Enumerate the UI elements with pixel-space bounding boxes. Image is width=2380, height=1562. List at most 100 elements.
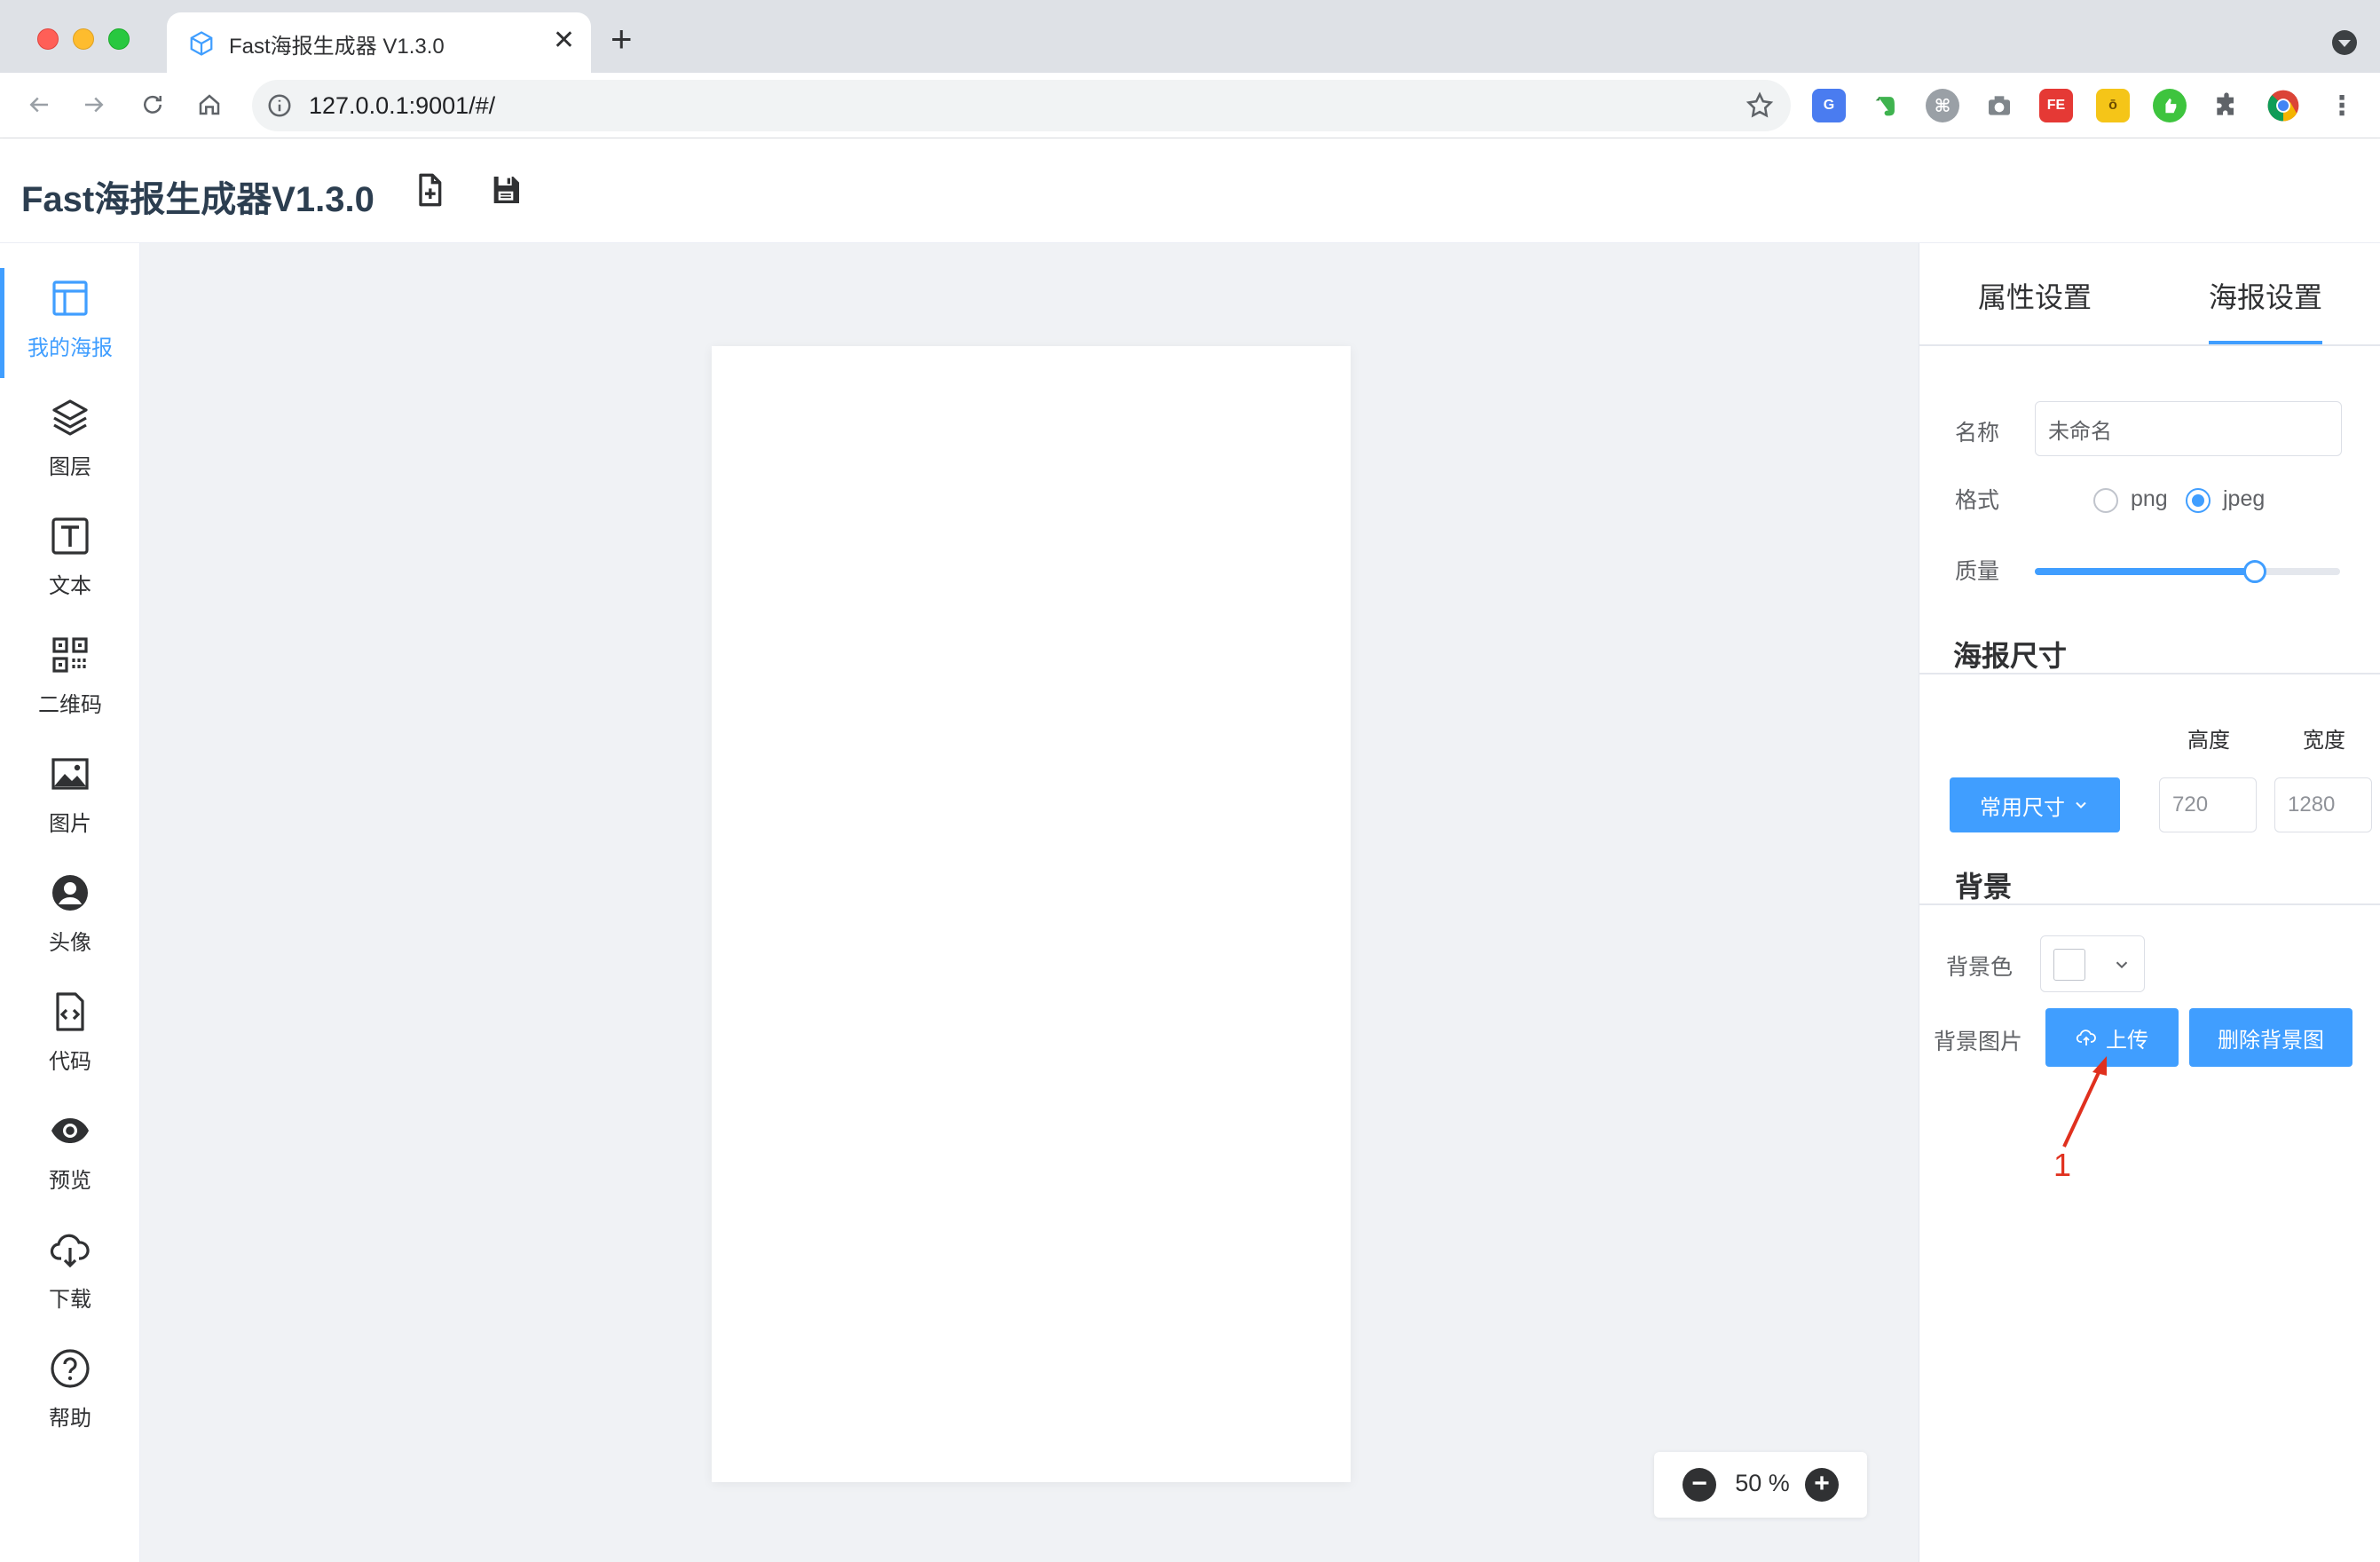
layers-icon bbox=[52, 399, 88, 436]
home-button[interactable] bbox=[190, 85, 229, 124]
format-radio-jpeg[interactable] bbox=[2186, 488, 2211, 513]
zoom-out-button[interactable]: − bbox=[1683, 1468, 1716, 1502]
puzzle-icon[interactable] bbox=[2210, 89, 2243, 122]
eye-icon bbox=[51, 1118, 89, 1143]
text-icon bbox=[51, 517, 89, 555]
image-icon bbox=[51, 758, 89, 790]
format-label: 格式 bbox=[1955, 488, 2000, 513]
size-section-title: 海报尺寸 bbox=[1953, 640, 2068, 672]
info-icon[interactable] bbox=[266, 92, 293, 119]
preset-size-label: 常用尺寸 bbox=[1980, 795, 2065, 820]
sidebar-item-label: 二维码 bbox=[38, 693, 102, 717]
poster-canvas[interactable] bbox=[712, 346, 1351, 1482]
layout-icon bbox=[52, 280, 88, 316]
format-jpeg-label[interactable]: jpeg bbox=[2223, 486, 2265, 512]
save-poster-button[interactable] bbox=[481, 165, 531, 215]
qrcode-icon bbox=[52, 637, 88, 673]
arrow-left-icon bbox=[29, 97, 48, 113]
sidebar-item-help[interactable]: 帮助 bbox=[0, 1329, 140, 1447]
arrow-right-icon bbox=[85, 97, 104, 113]
delete-background-label: 删除背景图 bbox=[2218, 1028, 2324, 1053]
camera-icon[interactable] bbox=[1982, 89, 2016, 122]
close-window-button[interactable] bbox=[37, 28, 59, 50]
bg-color-swatch bbox=[2053, 949, 2085, 981]
height-label: 高度 bbox=[2187, 729, 2230, 753]
tab-property-settings[interactable]: 属性设置 bbox=[1978, 275, 2092, 316]
home-icon bbox=[199, 94, 220, 115]
settings-panel: 属性设置 海报设置 名称 未命名 格式 png jpeg 质量 海报尺寸 高度 … bbox=[1919, 243, 2380, 1562]
zoom-in-button[interactable]: + bbox=[1805, 1468, 1839, 1502]
annotation-number: 1 bbox=[2053, 1147, 2072, 1183]
back-button[interactable] bbox=[20, 85, 59, 124]
quality-slider-thumb[interactable] bbox=[2242, 560, 2266, 583]
size-section-divider bbox=[1919, 673, 2380, 674]
quality-slider[interactable] bbox=[2035, 560, 2340, 583]
new-poster-button[interactable] bbox=[405, 165, 454, 215]
tab-poster-settings[interactable]: 海报设置 bbox=[2209, 275, 2322, 316]
sidebar-item-my-posters[interactable]: 我的海报 bbox=[0, 259, 140, 378]
cube-icon bbox=[190, 31, 213, 56]
reload-icon bbox=[144, 95, 162, 114]
sidebar-item-preview[interactable]: 预览 bbox=[0, 1092, 140, 1209]
new-tab-button[interactable]: + bbox=[611, 20, 633, 58]
sidebar-item-label: 帮助 bbox=[49, 1407, 91, 1431]
maximize-window-button[interactable] bbox=[108, 28, 130, 50]
chrome-icon[interactable] bbox=[2266, 89, 2300, 122]
cmd-icon[interactable]: ⌘ bbox=[1926, 89, 1959, 122]
tab-search-icon[interactable] bbox=[2332, 30, 2357, 55]
format-radio-png[interactable] bbox=[2093, 488, 2118, 513]
browser-tab-active[interactable]: Fast海报生成器 V1.3.0 ✕ bbox=[167, 12, 591, 73]
sidebar-item-label: 头像 bbox=[49, 931, 91, 955]
help-icon bbox=[51, 1349, 90, 1388]
name-label: 名称 bbox=[1955, 421, 2000, 446]
bg-color-picker[interactable] bbox=[2040, 935, 2145, 992]
address-bar[interactable]: 127.0.0.1:9001/#/ bbox=[252, 80, 1791, 131]
sidebar-item-label: 文本 bbox=[49, 574, 91, 598]
url-text[interactable]: 127.0.0.1:9001/#/ bbox=[309, 92, 495, 120]
sidebar-item-image[interactable]: 图片 bbox=[0, 735, 140, 852]
width-input[interactable]: 1280 bbox=[2274, 777, 2372, 832]
sidebar-item-qrcode[interactable]: 二维码 bbox=[0, 616, 140, 733]
sidebar-item-text[interactable]: 文本 bbox=[0, 497, 140, 614]
left-sidebar: 我的海报 图层 文本 二维码 图片 头像 代码 预览 下载 帮助 bbox=[0, 243, 140, 1562]
sidebar-item-code[interactable]: 代码 bbox=[0, 973, 140, 1090]
tab-close-icon[interactable]: ✕ bbox=[553, 25, 575, 57]
zoom-value: 50 % bbox=[1735, 1470, 1790, 1496]
cloud-download-icon bbox=[50, 1234, 90, 1268]
sidebar-item-label: 图层 bbox=[49, 455, 91, 479]
upload-label: 上传 bbox=[2106, 1028, 2148, 1053]
zoom-control: − 50 % + bbox=[1654, 1452, 1867, 1518]
height-input[interactable]: 720 bbox=[2159, 777, 2257, 832]
code-icon bbox=[56, 992, 84, 1031]
app-title: Fast海报生成器V1.3.0 bbox=[21, 180, 374, 219]
poster-name-input[interactable]: 未命名 bbox=[2035, 401, 2342, 456]
app-header: Fast海报生成器V1.3.0 bbox=[0, 138, 2380, 243]
mask-icon[interactable]: ō bbox=[2096, 89, 2130, 122]
sidebar-item-layers[interactable]: 图层 bbox=[0, 378, 140, 495]
preset-size-button[interactable]: 常用尺寸 bbox=[1950, 777, 2120, 832]
minimize-window-button[interactable] bbox=[73, 28, 94, 50]
translate-icon[interactable]: G bbox=[1812, 89, 1846, 122]
bookmark-star-icon[interactable] bbox=[1745, 91, 1775, 121]
more-icon[interactable]: ⋮ bbox=[2325, 89, 2359, 122]
sidebar-item-download[interactable]: 下载 bbox=[0, 1211, 140, 1328]
delete-background-button[interactable]: 删除背景图 bbox=[2189, 1008, 2352, 1067]
sidebar-item-avatar[interactable]: 头像 bbox=[0, 854, 140, 971]
format-png-label[interactable]: png bbox=[2131, 486, 2168, 512]
forward-button[interactable] bbox=[75, 85, 114, 124]
reload-button[interactable] bbox=[133, 85, 172, 124]
quality-slider-fill bbox=[2035, 568, 2255, 575]
evernote-icon[interactable] bbox=[1869, 89, 1903, 122]
sidebar-item-label: 预览 bbox=[49, 1169, 91, 1193]
fe-icon[interactable]: FE bbox=[2039, 89, 2073, 122]
tab-title: Fast海报生成器 V1.3.0 bbox=[229, 35, 445, 59]
background-section-title: 背景 bbox=[1955, 871, 2013, 903]
green-ext-icon[interactable] bbox=[2153, 89, 2187, 122]
sidebar-item-label: 我的海报 bbox=[28, 336, 113, 360]
file-add-icon bbox=[419, 173, 442, 207]
tabs-divider bbox=[1919, 344, 2380, 346]
chevron-down-icon bbox=[2076, 801, 2086, 809]
sidebar-item-label: 图片 bbox=[49, 812, 91, 836]
chevron-down-icon bbox=[2116, 961, 2128, 969]
browser-tabstrip: Fast海报生成器 V1.3.0 ✕ + bbox=[0, 0, 2380, 73]
